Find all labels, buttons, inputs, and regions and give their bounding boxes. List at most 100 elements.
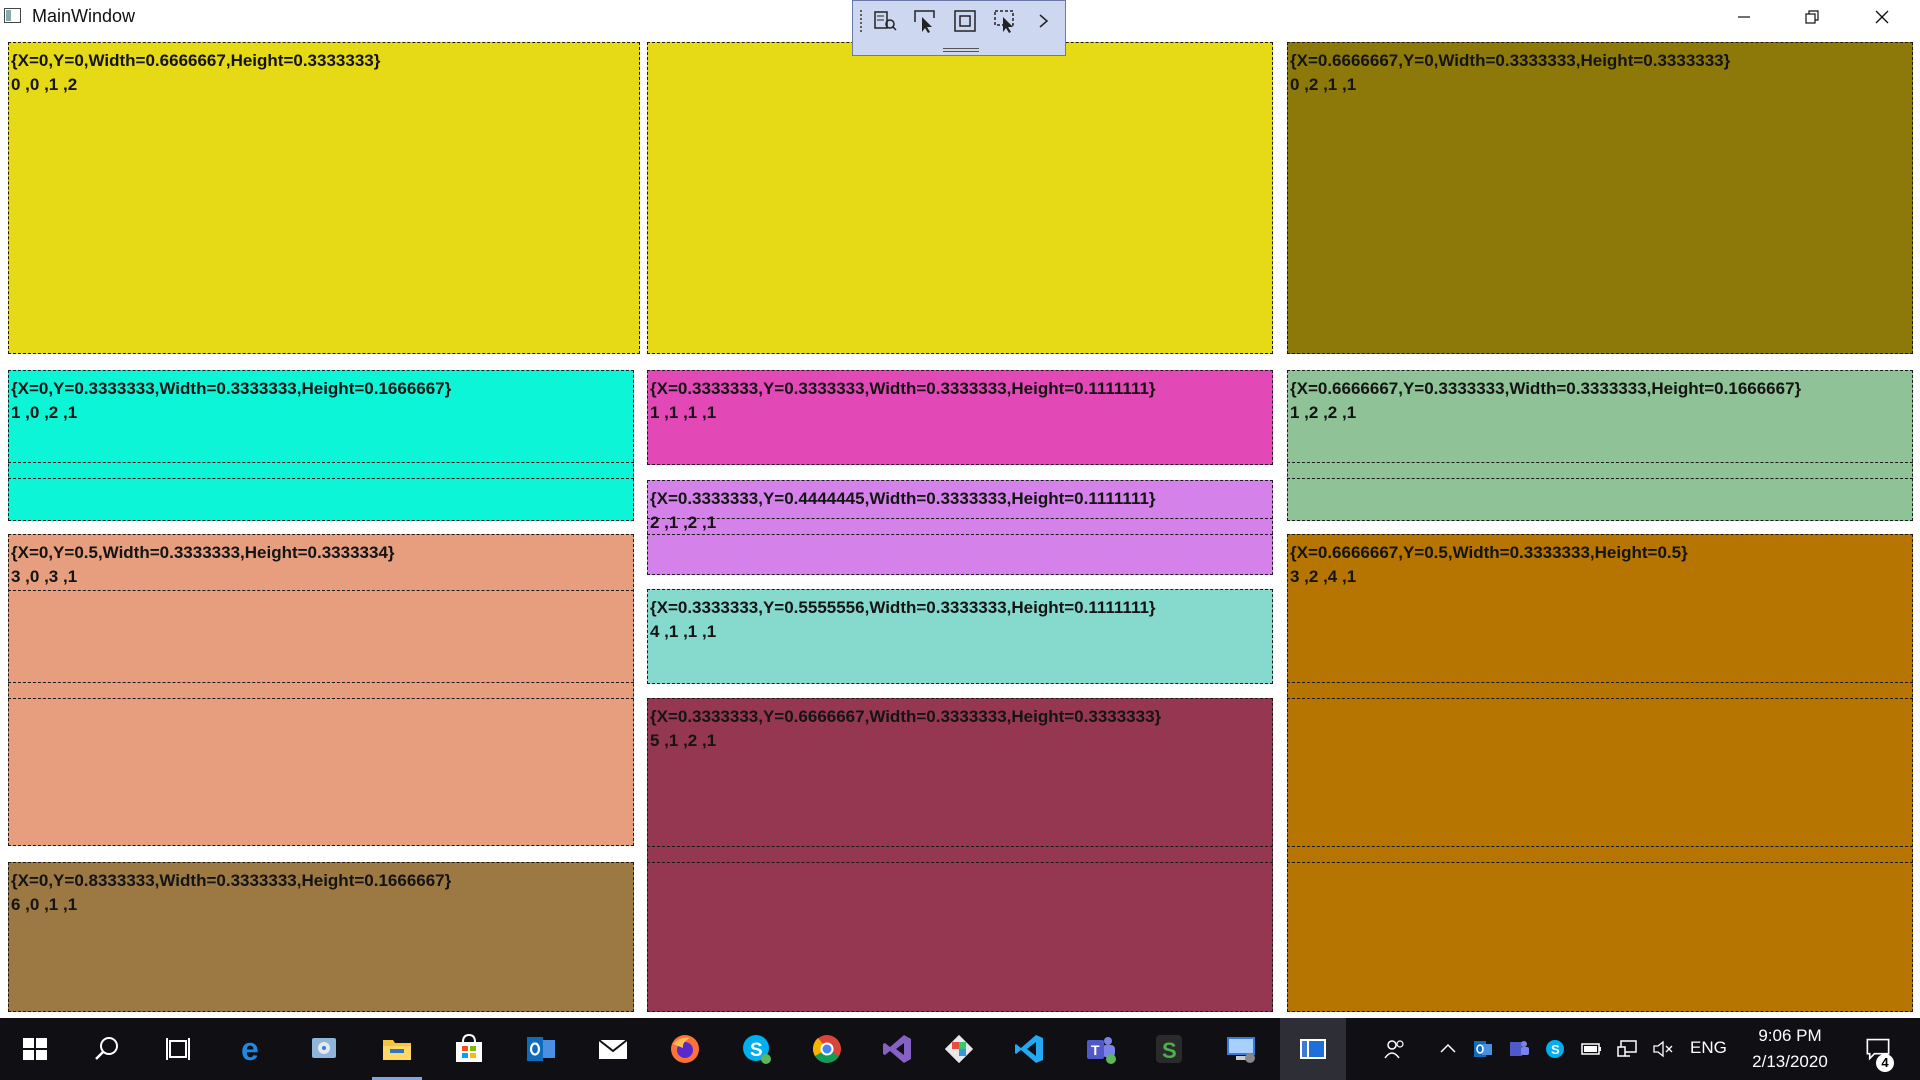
taskbar-app-main-window[interactable] bbox=[1280, 1018, 1346, 1080]
show-hidden-icons-button[interactable] bbox=[1434, 1018, 1462, 1080]
minimize-button[interactable] bbox=[1710, 0, 1778, 34]
taskbar-app-remote-desktop[interactable] bbox=[1210, 1018, 1272, 1080]
input-language[interactable]: ENG bbox=[1690, 1038, 1727, 1058]
close-icon bbox=[1875, 10, 1889, 24]
toolbar-grip[interactable] bbox=[859, 9, 864, 33]
cell-position-label: 5 ,1 ,2 ,1 bbox=[650, 731, 717, 750]
svg-text:e: e bbox=[241, 1032, 259, 1066]
row-divider bbox=[1287, 862, 1913, 863]
taskbar-app-control-panel[interactable] bbox=[294, 1018, 356, 1080]
cell-rect-label: {X=0.3333333,Y=0.4444445,Width=0.3333333… bbox=[650, 489, 1156, 508]
expand-toolbar-button[interactable] bbox=[1031, 7, 1057, 35]
row-divider bbox=[8, 682, 634, 683]
tray-battery[interactable] bbox=[1578, 1018, 1604, 1080]
battery-icon bbox=[1581, 1043, 1601, 1055]
people-button[interactable] bbox=[1378, 1018, 1412, 1080]
chevron-right-icon bbox=[1039, 14, 1049, 28]
taskbar-app-sublime[interactable]: S bbox=[1138, 1018, 1200, 1080]
grid-cell: {X=0.3333333,Y=0.5555556,Width=0.3333333… bbox=[647, 589, 1273, 684]
restore-button[interactable] bbox=[1778, 0, 1846, 34]
display-layout-adorners-button[interactable] bbox=[949, 7, 981, 35]
taskbar-app-store[interactable] bbox=[438, 1018, 500, 1080]
row-divider bbox=[1287, 846, 1913, 847]
volume-muted-icon bbox=[1653, 1040, 1673, 1058]
clock-time[interactable]: 9:06 PM bbox=[1754, 1026, 1826, 1046]
control-panel-icon bbox=[312, 1038, 336, 1058]
track-focused-element-button[interactable] bbox=[989, 7, 1021, 35]
skype-icon: S bbox=[1546, 1040, 1564, 1058]
task-view-button[interactable] bbox=[148, 1018, 210, 1080]
row-divider bbox=[8, 698, 634, 699]
firefox-icon bbox=[671, 1035, 699, 1063]
main-window-app-icon bbox=[1300, 1039, 1326, 1059]
cell-rect-label: {X=0.3333333,Y=0.3333333,Width=0.3333333… bbox=[650, 379, 1156, 398]
action-center-button[interactable] bbox=[1854, 1018, 1902, 1080]
edge-icon: e bbox=[241, 1032, 259, 1066]
taskbar-app-git-extensions[interactable] bbox=[928, 1018, 990, 1080]
cell-position-label: 3 ,2 ,4 ,1 bbox=[1290, 567, 1357, 586]
outlook-icon bbox=[527, 1037, 555, 1061]
grid-cell: {X=0.6666667,Y=0.3333333,Width=0.3333333… bbox=[1287, 370, 1913, 521]
cell-rect-label: {X=0,Y=0.8333333,Width=0.3333333,Height=… bbox=[11, 871, 452, 890]
visual-studio-icon bbox=[883, 1035, 911, 1063]
taskbar-app-teams[interactable]: T bbox=[1070, 1018, 1132, 1080]
grid-cell-span bbox=[647, 42, 1273, 354]
search-button[interactable] bbox=[76, 1018, 138, 1080]
taskbar-app-firefox[interactable] bbox=[654, 1018, 716, 1080]
cell-position-label: 1 ,2 ,2 ,1 bbox=[1290, 403, 1357, 422]
row-divider bbox=[1287, 682, 1913, 683]
cell-rect-label: {X=0.3333333,Y=0.5555556,Width=0.3333333… bbox=[650, 598, 1156, 617]
taskbar-app-vscode[interactable] bbox=[998, 1018, 1060, 1080]
start-button[interactable] bbox=[4, 1018, 66, 1080]
grid-cell: {X=0.6666667,Y=0,Width=0.3333333,Height=… bbox=[1287, 42, 1913, 354]
cell-rect-label: {X=0.6666667,Y=0.5,Width=0.3333333,Heigh… bbox=[1290, 543, 1688, 562]
taskbar-app-visual-studio[interactable] bbox=[866, 1018, 928, 1080]
row-divider bbox=[1287, 698, 1913, 699]
cell-rect-label: {X=0.6666667,Y=0.3333333,Width=0.3333333… bbox=[1290, 379, 1802, 398]
file-explorer-icon bbox=[383, 1040, 411, 1060]
toolbar-drag-handle[interactable] bbox=[943, 48, 979, 52]
live-visual-tree-button[interactable] bbox=[869, 7, 901, 35]
store-icon bbox=[456, 1033, 482, 1062]
windows-start-icon bbox=[23, 1038, 47, 1060]
live-visual-tree-icon bbox=[874, 11, 897, 31]
tray-network[interactable] bbox=[1614, 1018, 1640, 1080]
notification-count-badge: 4 bbox=[1876, 1054, 1894, 1072]
taskbar: e S T S S ENG 9:06 PM 2/13/2020 4 bbox=[0, 1018, 1920, 1080]
close-button[interactable] bbox=[1848, 0, 1916, 34]
cell-rect-label: {X=0.6666667,Y=0,Width=0.3333333,Height=… bbox=[1290, 51, 1731, 70]
people-icon bbox=[1384, 1040, 1404, 1059]
tray-teams[interactable] bbox=[1506, 1018, 1532, 1080]
svg-text:S: S bbox=[750, 1040, 763, 1061]
clock-date[interactable]: 2/13/2020 bbox=[1742, 1052, 1838, 1072]
cell-position-label: 6 ,0 ,1 ,1 bbox=[11, 895, 78, 914]
cell-position-label: 2 ,1 ,2 ,1 bbox=[650, 513, 717, 532]
network-icon bbox=[1617, 1040, 1637, 1057]
taskbar-app-outlook[interactable] bbox=[510, 1018, 572, 1080]
mail-icon bbox=[598, 1039, 628, 1059]
tray-skype[interactable]: S bbox=[1542, 1018, 1568, 1080]
select-element-icon bbox=[914, 10, 935, 33]
cell-position-label: 0 ,0 ,1 ,2 bbox=[11, 75, 78, 94]
restore-icon bbox=[1805, 10, 1819, 24]
minimize-icon bbox=[1738, 16, 1750, 18]
taskbar-app-skype[interactable]: S bbox=[726, 1018, 788, 1080]
tray-volume[interactable] bbox=[1650, 1018, 1676, 1080]
taskbar-app-chrome[interactable] bbox=[796, 1018, 858, 1080]
taskbar-app-mail[interactable] bbox=[582, 1018, 644, 1080]
select-element-button[interactable] bbox=[909, 7, 941, 35]
cell-rect-label: {X=0.3333333,Y=0.6666667,Width=0.3333333… bbox=[650, 707, 1162, 726]
row-divider bbox=[8, 478, 634, 479]
search-icon bbox=[95, 1037, 118, 1060]
grid-cell: {X=0,Y=0.3333333,Width=0.3333333,Height=… bbox=[8, 370, 634, 521]
outlook-icon bbox=[1474, 1041, 1492, 1057]
tray-outlook[interactable] bbox=[1470, 1018, 1496, 1080]
grid-cell: {X=0,Y=0,Width=0.6666667,Height=0.333333… bbox=[8, 42, 640, 354]
taskbar-app-file-explorer[interactable] bbox=[366, 1018, 428, 1080]
remote-desktop-icon bbox=[1227, 1037, 1255, 1063]
cell-position-label: 4 ,1 ,1 ,1 bbox=[650, 622, 717, 641]
window-title: MainWindow bbox=[32, 6, 136, 26]
row-divider bbox=[8, 590, 634, 591]
taskbar-app-edge[interactable]: e bbox=[222, 1018, 284, 1080]
cell-rect-label: {X=0,Y=0.3333333,Width=0.3333333,Height=… bbox=[11, 379, 452, 398]
